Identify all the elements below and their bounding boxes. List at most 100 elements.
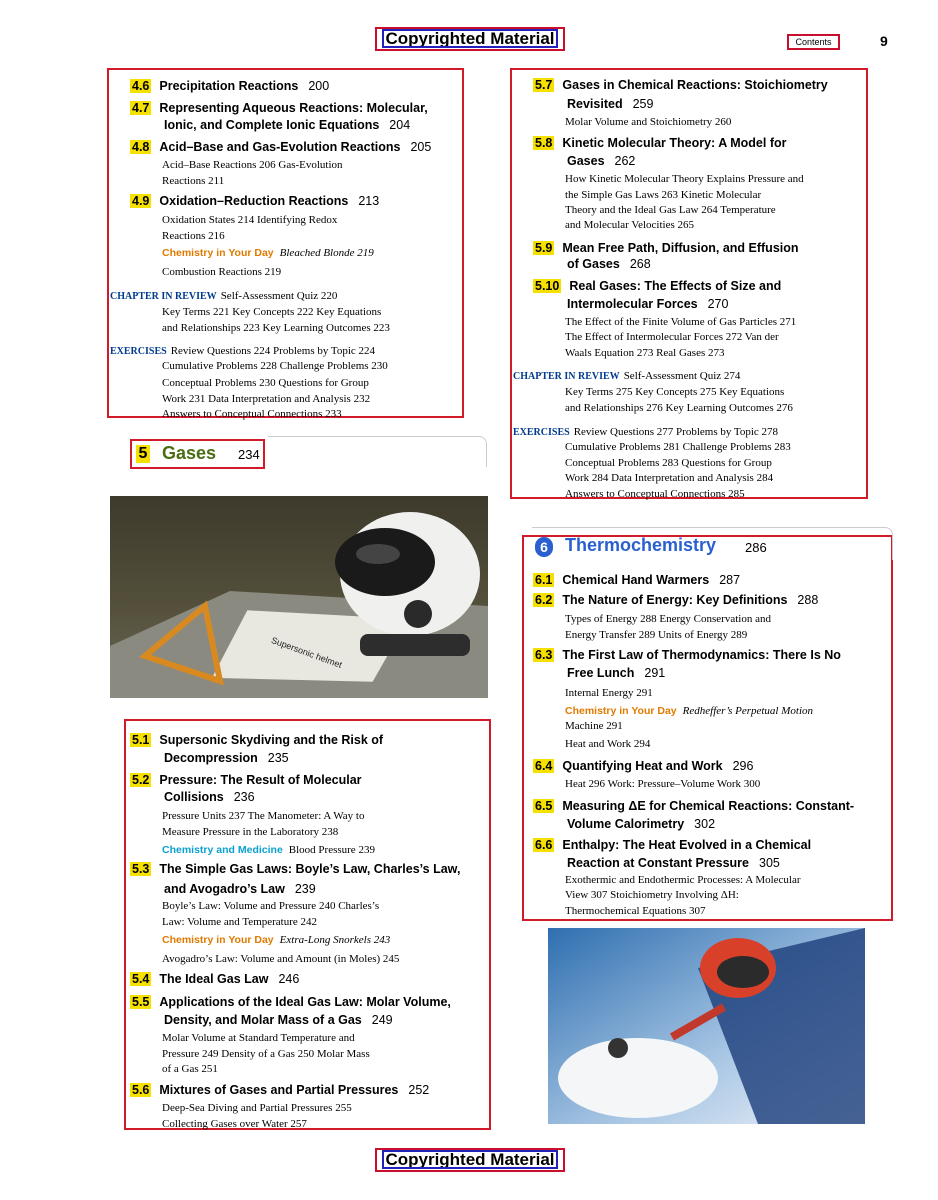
toc-review-entry: CHAPTER IN REVIEW Self-Assessment Quiz 22… xyxy=(110,290,337,302)
toc-subsection-entry: of a Gas 251 xyxy=(162,1063,218,1075)
toc-subsection-entry: Heat 296 Work: Pressure–Volume Work 300 xyxy=(565,778,761,790)
toc-feature-entry: Chemistry in Your Day Bleached Blonde 219 xyxy=(162,247,374,259)
toc-subsection-entry: Molar Volume and Stoichiometry 260 xyxy=(565,116,732,128)
chapter-5-tab-decoration xyxy=(268,436,487,467)
toc-section-entry[interactable]: 5.8 Kinetic Molecular Theory: A Model for xyxy=(533,136,787,150)
section-page: 305 xyxy=(759,856,780,870)
toc-subsection-entry: Law: Volume and Temperature 242 xyxy=(162,916,318,928)
toc-section-entry[interactable]: Free Lunch 291 xyxy=(567,666,665,680)
section-page: 246 xyxy=(278,972,300,986)
section-title: and Avogadro’s Law xyxy=(164,882,285,896)
feature-text: Redheffer’s Perpetual Motion xyxy=(682,705,814,717)
review-label: EXERCISES xyxy=(110,346,167,357)
section-page: 268 xyxy=(629,257,651,271)
toc-section-entry[interactable]: 6.5 Measuring ΔE for Chemical Reactions: … xyxy=(533,799,854,813)
toc-section-entry[interactable]: 4.9 Oxidation–Reduction Reactions 213 xyxy=(130,194,379,208)
toc-subsection-entry: Work 284 Data Interpretation and Analysi… xyxy=(565,472,774,484)
toc-section-entry[interactable]: 6.4 Quantifying Heat and Work 296 xyxy=(533,759,753,773)
section-title: Mixtures of Gases and Partial Pressures xyxy=(159,1083,399,1097)
section-title: Mean Free Path, Diffusion, and Effusion xyxy=(562,241,799,255)
toc-subsection-entry: Reactions 211 xyxy=(162,175,225,187)
toc-subsection-entry: Types of Energy 288 Energy Conservation … xyxy=(565,613,771,625)
chapter-5-number: 5 xyxy=(136,445,150,463)
section-number: 6.6 xyxy=(533,838,555,852)
toc-section-entry[interactable]: 5.3 The Simple Gas Laws: Boyle’s Law, Cha… xyxy=(130,862,460,876)
section-title: Precipitation Reactions xyxy=(159,79,299,93)
toc-subsection-entry: Boyle’s Law: Volume and Pressure 240 Cha… xyxy=(162,900,380,912)
toc-section-entry[interactable]: 6.1 Chemical Hand Warmers 287 xyxy=(533,573,740,587)
section-page: 287 xyxy=(719,573,741,587)
toc-section-entry[interactable]: 4.8 Acid–Base and Gas-Evolution Reactions… xyxy=(130,140,431,154)
toc-section-entry[interactable]: Volume Calorimetry 302 xyxy=(567,817,715,831)
section-title: Gases xyxy=(567,154,605,168)
toc-section-entry[interactable]: Intermolecular Forces 270 xyxy=(567,297,728,311)
section-title: Collisions xyxy=(164,790,224,804)
feature-text: Extra-Long Snorkels 243 xyxy=(279,934,391,946)
toc-section-entry[interactable]: 5.7 Gases in Chemical Reactions: Stoichio… xyxy=(533,78,828,92)
toc-section-entry[interactable]: 5.9 Mean Free Path, Diffusion, and Effusi… xyxy=(533,241,799,255)
copyright-banner-bottom-text: Copyrighted Material xyxy=(382,1150,558,1169)
section-page: 262 xyxy=(614,154,636,168)
toc-section-entry[interactable]: Density, and Molar Mass of a Gas 249 xyxy=(164,1013,393,1027)
section-page: 235 xyxy=(267,751,289,765)
toc-review-entry: EXERCISES Review Questions 277 Problems b… xyxy=(513,426,778,438)
toc-section-entry[interactable]: 5.10 Real Gases: The Effects of Size and xyxy=(533,279,781,293)
section-title: Applications of the Ideal Gas Law: Molar… xyxy=(159,995,451,1009)
section-title: Enthalpy: The Heat Evolved in a Chemical xyxy=(562,838,812,852)
toc-section-entry[interactable]: Revisited 259 xyxy=(567,97,653,111)
section-title: Oxidation–Reduction Reactions xyxy=(159,194,349,208)
toc-subsection-entry: Exothermic and Endothermic Processes: A … xyxy=(565,874,801,886)
section-title: Decompression xyxy=(164,751,258,765)
toc-subsection-entry: Key Terms 221 Key Concepts 222 Key Equat… xyxy=(162,306,382,318)
toc-subsection-entry: Pressure Units 237 The Manometer: A Way … xyxy=(162,810,365,822)
toc-section-entry[interactable]: Collisions 236 xyxy=(164,790,255,804)
chapter-6-heading[interactable]: 6 Thermochemistry 286 xyxy=(533,535,853,565)
section-page: 252 xyxy=(408,1083,430,1097)
toc-section-entry[interactable]: 5.1 Supersonic Skydiving and the Risk of xyxy=(130,733,383,747)
section-number: 6.2 xyxy=(533,593,555,607)
section-number: 6.1 xyxy=(533,573,555,587)
section-page: 249 xyxy=(371,1013,393,1027)
toc-section-entry[interactable]: of Gases 268 xyxy=(567,257,651,271)
toc-section-entry[interactable]: 4.7 Representing Aqueous Reactions: Molec… xyxy=(130,101,428,115)
review-label: CHAPTER IN REVIEW xyxy=(513,371,620,382)
section-page: 239 xyxy=(294,882,316,896)
section-number: 5.5 xyxy=(130,995,152,1009)
toc-subsection-entry: Conceptual Problems 230 Questions for Gr… xyxy=(162,377,369,389)
chapter-5-heading[interactable]: 5 Gases 234 xyxy=(130,439,265,469)
section-title: Real Gases: The Effects of Size and xyxy=(569,279,782,293)
section-title: Revisited xyxy=(567,97,623,111)
toc-section-entry[interactable]: 6.6 Enthalpy: The Heat Evolved in a Chemi… xyxy=(533,838,811,852)
toc-subsection-entry: Measure Pressure in the Laboratory 238 xyxy=(162,826,339,838)
toc-subsection-entry: Deep-Sea Diving and Partial Pressures 25… xyxy=(162,1102,352,1114)
section-number: 5.7 xyxy=(533,78,555,92)
toc-subsection-entry: Combustion Reactions 219 xyxy=(162,266,282,278)
toc-section-entry[interactable]: Reaction at Constant Pressure 305 xyxy=(567,856,780,870)
skier-illustration xyxy=(548,928,865,1124)
toc-section-entry[interactable]: 6.2 The Nature of Energy: Key Definitions… xyxy=(533,593,818,607)
toc-section-entry[interactable]: and Avogadro’s Law 239 xyxy=(164,882,316,896)
section-page: 270 xyxy=(707,297,729,311)
section-title: Ionic, and Complete Ionic Equations xyxy=(164,118,380,132)
toc-section-entry[interactable]: 5.6 Mixtures of Gases and Partial Pressur… xyxy=(130,1083,429,1097)
toc-section-entry[interactable]: 5.2 Pressure: The Result of Molecular xyxy=(130,773,362,787)
toc-review-entry: CHAPTER IN REVIEW Self-Assessment Quiz 27… xyxy=(513,370,740,382)
section-number: 6.3 xyxy=(533,648,555,662)
toc-section-entry[interactable]: 6.3 The First Law of Thermodynamics: Ther… xyxy=(533,648,841,662)
toc-subsection-entry: How Kinetic Molecular Theory Explains Pr… xyxy=(565,173,804,185)
toc-section-entry[interactable]: 5.5 Applications of the Ideal Gas Law: Mo… xyxy=(130,995,451,1009)
section-title: Measuring ΔE for Chemical Reactions: Con… xyxy=(562,799,855,813)
contents-link[interactable]: Contents xyxy=(787,34,840,50)
section-title: The First Law of Thermodynamics: There I… xyxy=(562,648,841,662)
toc-section-entry[interactable]: Decompression 235 xyxy=(164,751,289,765)
toc-subsection-entry: View 307 Stoichiometry Involving ΔH: xyxy=(565,889,739,901)
toc-section-entry[interactable]: 4.6 Precipitation Reactions 200 xyxy=(130,79,329,93)
feature-label: Chemistry and Medicine xyxy=(162,844,283,856)
toc-section-entry[interactable]: 5.4 The Ideal Gas Law 246 xyxy=(130,972,299,986)
toc-section-entry[interactable]: Ionic, and Complete Ionic Equations 204 xyxy=(164,118,410,132)
chapter-5-title: Gases xyxy=(162,443,217,463)
section-title: Chemical Hand Warmers xyxy=(562,573,710,587)
toc-subsection-entry: and Relationships 223 Key Learning Outco… xyxy=(162,322,390,334)
toc-section-entry[interactable]: Gases 262 xyxy=(567,154,635,168)
toc-subsection-entry: Heat and Work 294 xyxy=(565,738,651,750)
